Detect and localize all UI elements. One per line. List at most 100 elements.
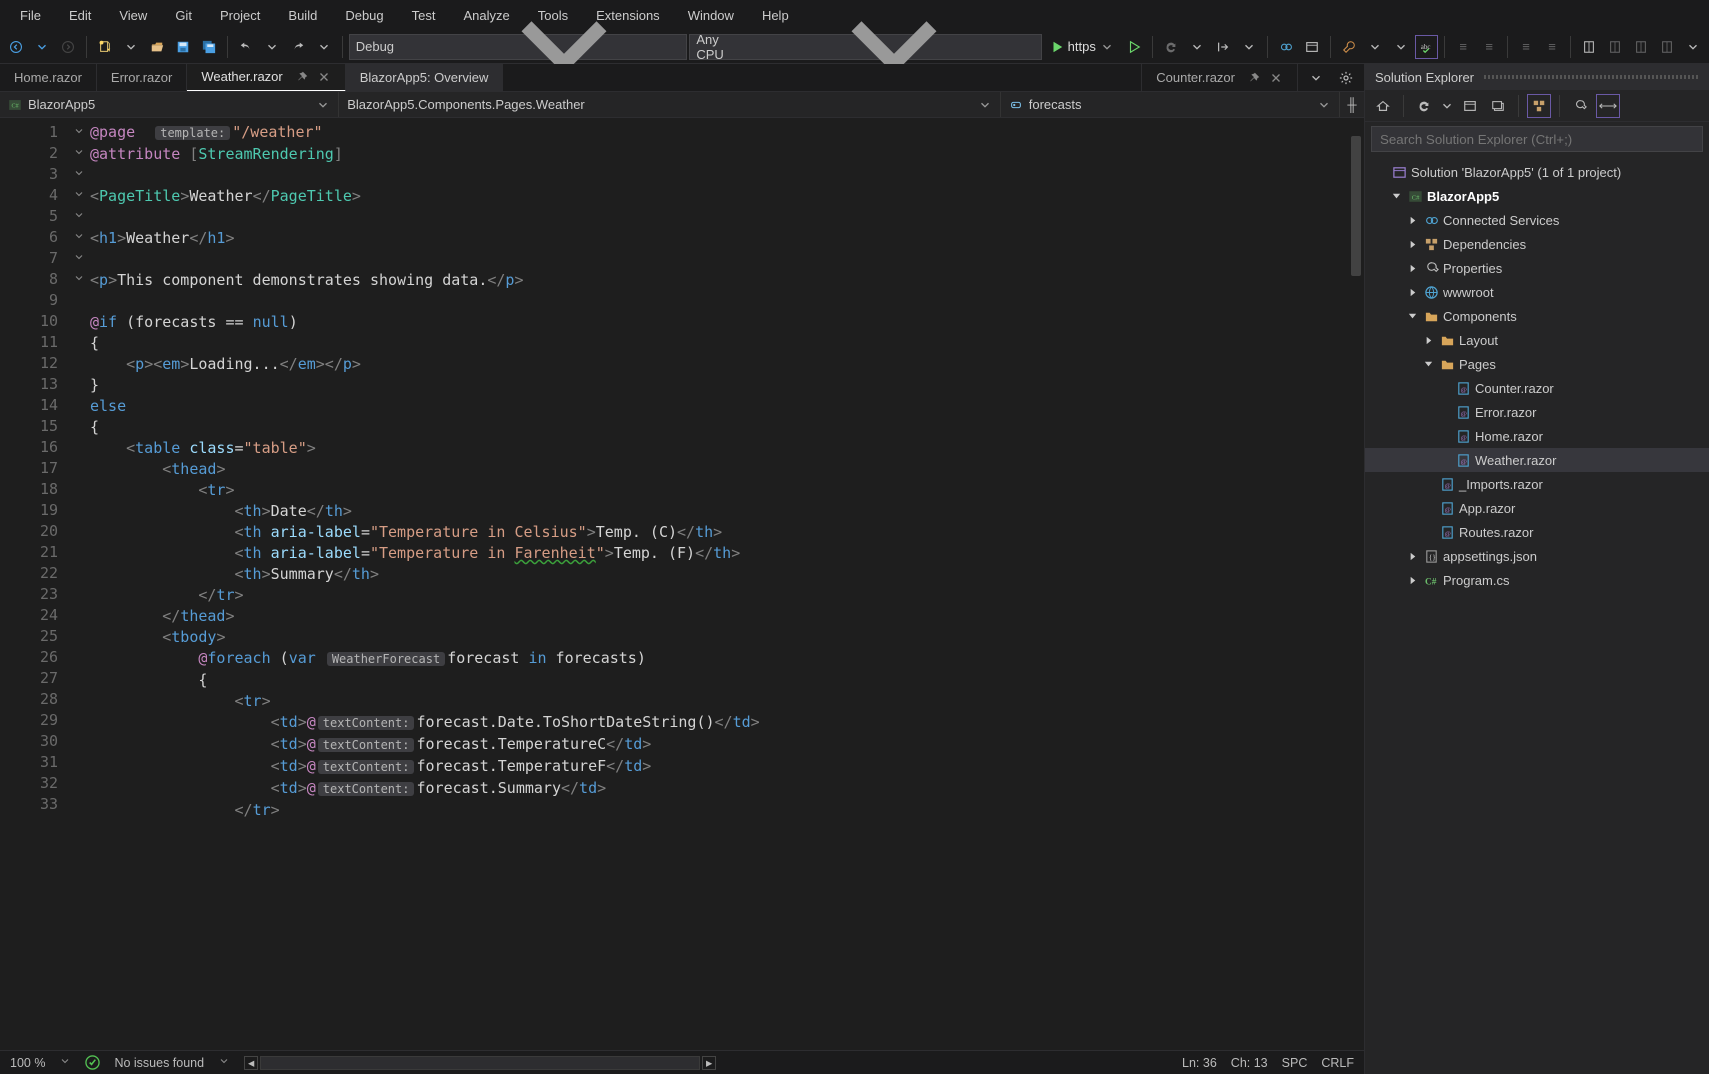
start-debug-button[interactable]: https bbox=[1044, 39, 1120, 54]
expand-toggle[interactable] bbox=[1419, 335, 1437, 346]
tab-weather[interactable]: Weather.razor bbox=[187, 64, 345, 92]
tree-item[interactable]: Connected Services bbox=[1365, 208, 1709, 232]
solution-explorer-search[interactable] bbox=[1371, 126, 1703, 152]
tree-item[interactable]: Pages bbox=[1365, 352, 1709, 376]
menu-debug[interactable]: Debug bbox=[331, 4, 397, 27]
tree-item[interactable]: BlazorApp5 bbox=[1365, 184, 1709, 208]
nav-dd[interactable] bbox=[30, 35, 54, 59]
caret-col[interactable]: Ch: 13 bbox=[1231, 1056, 1268, 1070]
format-button[interactable] bbox=[1337, 35, 1361, 59]
format-dd[interactable] bbox=[1363, 35, 1387, 59]
search-input[interactable] bbox=[1371, 126, 1703, 152]
nav-class[interactable]: BlazorApp5.Components.Pages.Weather bbox=[339, 92, 1001, 117]
horizontal-scrollbar[interactable]: ◂▸ bbox=[244, 1056, 716, 1070]
menu-view[interactable]: View bbox=[105, 4, 161, 27]
se-switch-dd[interactable] bbox=[1440, 94, 1454, 118]
indent-dec-button[interactable]: ≡ bbox=[1451, 35, 1475, 59]
redo-dd[interactable] bbox=[312, 35, 336, 59]
start-nodebug-button[interactable] bbox=[1122, 35, 1146, 59]
code-canvas[interactable]: @page template:"/weather"@attribute [Str… bbox=[90, 118, 1348, 1050]
spellcheck-button[interactable] bbox=[1415, 35, 1439, 59]
se-switch-view-button[interactable] bbox=[1412, 94, 1436, 118]
uncomment-button[interactable]: ≡ bbox=[1540, 35, 1564, 59]
overflow[interactable] bbox=[1681, 35, 1705, 59]
bookmark3[interactable] bbox=[1629, 35, 1653, 59]
se-preview-button[interactable]: ⟷ bbox=[1596, 94, 1620, 118]
tree-item[interactable]: Program.cs bbox=[1365, 568, 1709, 592]
tree-item[interactable]: Components bbox=[1365, 304, 1709, 328]
split-editor-button[interactable]: ╫ bbox=[1340, 93, 1364, 117]
indent-inc-button[interactable]: ≡ bbox=[1477, 35, 1501, 59]
se-wins-button[interactable] bbox=[1486, 94, 1510, 118]
close-icon[interactable] bbox=[317, 70, 331, 84]
nav-fwd-button[interactable] bbox=[56, 35, 80, 59]
expand-toggle[interactable] bbox=[1403, 215, 1421, 226]
tab-counter-preview[interactable]: Counter.razor bbox=[1141, 64, 1298, 92]
more-dd[interactable] bbox=[1389, 35, 1413, 59]
indent-mode[interactable]: SPC bbox=[1282, 1056, 1308, 1070]
undo-button[interactable] bbox=[234, 35, 258, 59]
line-ending[interactable]: CRLF bbox=[1321, 1056, 1354, 1070]
menu-project[interactable]: Project bbox=[206, 4, 274, 27]
tree-item[interactable]: _Imports.razor bbox=[1365, 472, 1709, 496]
tabs-settings[interactable] bbox=[1334, 66, 1358, 90]
expand-toggle[interactable] bbox=[1403, 551, 1421, 562]
se-sync-button[interactable] bbox=[1527, 94, 1551, 118]
tree-item[interactable]: Error.razor bbox=[1365, 400, 1709, 424]
expand-toggle[interactable] bbox=[1403, 263, 1421, 274]
browser-link-button[interactable] bbox=[1274, 35, 1298, 59]
tree-item[interactable]: Solution 'BlazorApp5' (1 of 1 project) bbox=[1365, 160, 1709, 184]
close-icon[interactable] bbox=[1269, 71, 1283, 85]
menu-git[interactable]: Git bbox=[161, 4, 206, 27]
expand-toggle[interactable] bbox=[1403, 287, 1421, 298]
menu-build[interactable]: Build bbox=[274, 4, 331, 27]
win-layout-button[interactable] bbox=[1300, 35, 1324, 59]
save-all-button[interactable] bbox=[197, 35, 221, 59]
tabs-overflow[interactable] bbox=[1304, 66, 1328, 90]
tree-item[interactable]: Routes.razor bbox=[1365, 520, 1709, 544]
tree-item[interactable]: Weather.razor bbox=[1365, 448, 1709, 472]
tab-error[interactable]: Error.razor bbox=[97, 64, 187, 92]
issues-dd[interactable] bbox=[218, 1055, 230, 1070]
new-item-button[interactable] bbox=[93, 35, 117, 59]
step-dd[interactable] bbox=[1237, 35, 1261, 59]
expand-toggle[interactable] bbox=[1403, 311, 1421, 322]
undo-dd[interactable] bbox=[260, 35, 284, 59]
save-button[interactable] bbox=[171, 35, 195, 59]
tab-home[interactable]: Home.razor bbox=[0, 64, 97, 92]
tree-item[interactable]: wwwroot bbox=[1365, 280, 1709, 304]
platform-combo[interactable]: Any CPU bbox=[689, 34, 1041, 60]
expand-toggle[interactable] bbox=[1403, 239, 1421, 250]
menu-file[interactable]: File bbox=[6, 4, 55, 27]
open-button[interactable] bbox=[145, 35, 169, 59]
nav-project[interactable]: BlazorApp5 bbox=[0, 92, 339, 117]
caret-line[interactable]: Ln: 36 bbox=[1182, 1056, 1217, 1070]
expand-toggle[interactable] bbox=[1419, 359, 1437, 370]
redo-button[interactable] bbox=[286, 35, 310, 59]
nav-member[interactable]: forecasts bbox=[1001, 92, 1340, 117]
step-button[interactable] bbox=[1211, 35, 1235, 59]
tree-item[interactable]: Counter.razor bbox=[1365, 376, 1709, 400]
tree-item[interactable]: Properties bbox=[1365, 256, 1709, 280]
se-home-button[interactable] bbox=[1371, 94, 1395, 118]
zoom-dd[interactable] bbox=[59, 1055, 71, 1070]
config-combo[interactable]: Debug bbox=[349, 34, 688, 60]
pin-icon[interactable] bbox=[295, 70, 309, 84]
issues-text[interactable]: No issues found bbox=[114, 1056, 204, 1070]
menu-edit[interactable]: Edit bbox=[55, 4, 105, 27]
bookmark4[interactable] bbox=[1655, 35, 1679, 59]
tab-overview[interactable]: BlazorApp5: Overview bbox=[346, 64, 504, 92]
new-item-dd[interactable] bbox=[119, 35, 143, 59]
tree-item[interactable]: appsettings.json bbox=[1365, 544, 1709, 568]
hot-reload-dd[interactable] bbox=[1185, 35, 1209, 59]
tree-item[interactable]: Home.razor bbox=[1365, 424, 1709, 448]
se-win-button[interactable] bbox=[1458, 94, 1482, 118]
code-editor[interactable]: 1234567891011121314151617181920212223242… bbox=[0, 118, 1364, 1050]
bookmark-button[interactable] bbox=[1577, 35, 1601, 59]
expand-toggle[interactable] bbox=[1387, 191, 1405, 202]
tree-item[interactable]: Layout bbox=[1365, 328, 1709, 352]
tree-item[interactable]: Dependencies bbox=[1365, 232, 1709, 256]
se-properties-button[interactable] bbox=[1568, 94, 1592, 118]
pin-icon[interactable] bbox=[1247, 71, 1261, 85]
tree-item[interactable]: App.razor bbox=[1365, 496, 1709, 520]
